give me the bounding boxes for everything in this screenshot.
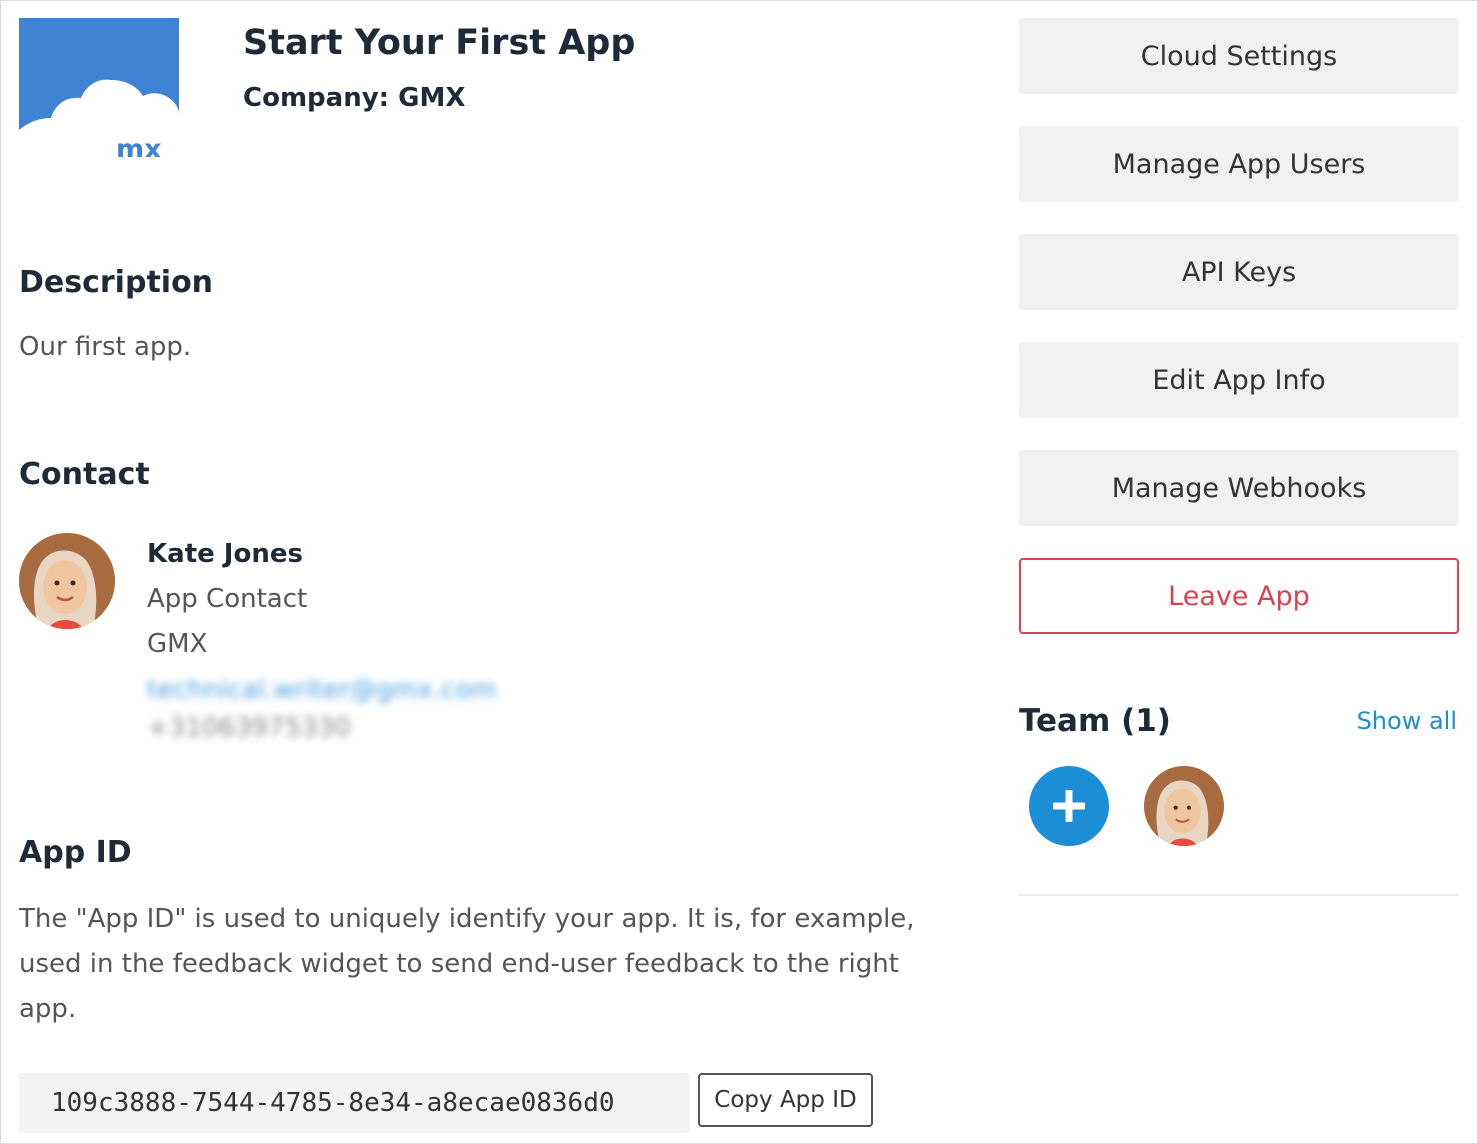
leave-app-button[interactable]: Leave App	[1019, 558, 1459, 634]
app-overview-page: mx Start Your First App Company: GMX Des…	[0, 0, 1478, 1144]
copy-app-id-button[interactable]: Copy App ID	[698, 1073, 873, 1127]
show-all-team-link[interactable]: Show all	[1357, 707, 1457, 735]
contact-heading: Contact	[19, 457, 150, 492]
contact-role: App Contact	[147, 584, 308, 614]
contact-email[interactable]: technical.writer@gmx.com	[147, 675, 496, 705]
person-avatar-image	[19, 533, 115, 629]
description-text: Our first app.	[19, 332, 192, 362]
app-title: Start Your First App	[243, 23, 636, 63]
description-heading: Description	[19, 265, 214, 300]
plus-icon	[1053, 790, 1085, 822]
app-id-description: The "App ID" is used to uniquely identif…	[19, 904, 915, 1024]
contact-phone: +31063975330	[147, 713, 351, 743]
team-member-avatar[interactable]	[1144, 766, 1224, 846]
contact-company: GMX	[147, 629, 208, 659]
manage-webhooks-button[interactable]: Manage Webhooks	[1019, 450, 1459, 526]
edit-app-info-button[interactable]: Edit App Info	[1019, 342, 1459, 418]
logo-text: mx	[116, 134, 162, 157]
add-team-member-button[interactable]	[1029, 766, 1109, 846]
cloud-settings-button[interactable]: Cloud Settings	[1019, 18, 1459, 94]
team-divider	[1019, 894, 1459, 896]
app-id-value: 109c3888-7544-4785-8e34-a8ecae0836d0	[19, 1073, 690, 1133]
cloud-icon: mx	[19, 79, 179, 157]
app-company: Company: GMX	[243, 83, 466, 113]
contact-name: Kate Jones	[147, 539, 303, 569]
app-logo: mx	[19, 18, 179, 157]
contact-avatar	[19, 533, 115, 629]
manage-app-users-button[interactable]: Manage App Users	[1019, 126, 1459, 202]
person-avatar-image	[1144, 766, 1224, 846]
api-keys-button[interactable]: API Keys	[1019, 234, 1459, 310]
app-id-heading: App ID	[19, 835, 132, 870]
team-heading: Team (1)	[1019, 703, 1171, 739]
